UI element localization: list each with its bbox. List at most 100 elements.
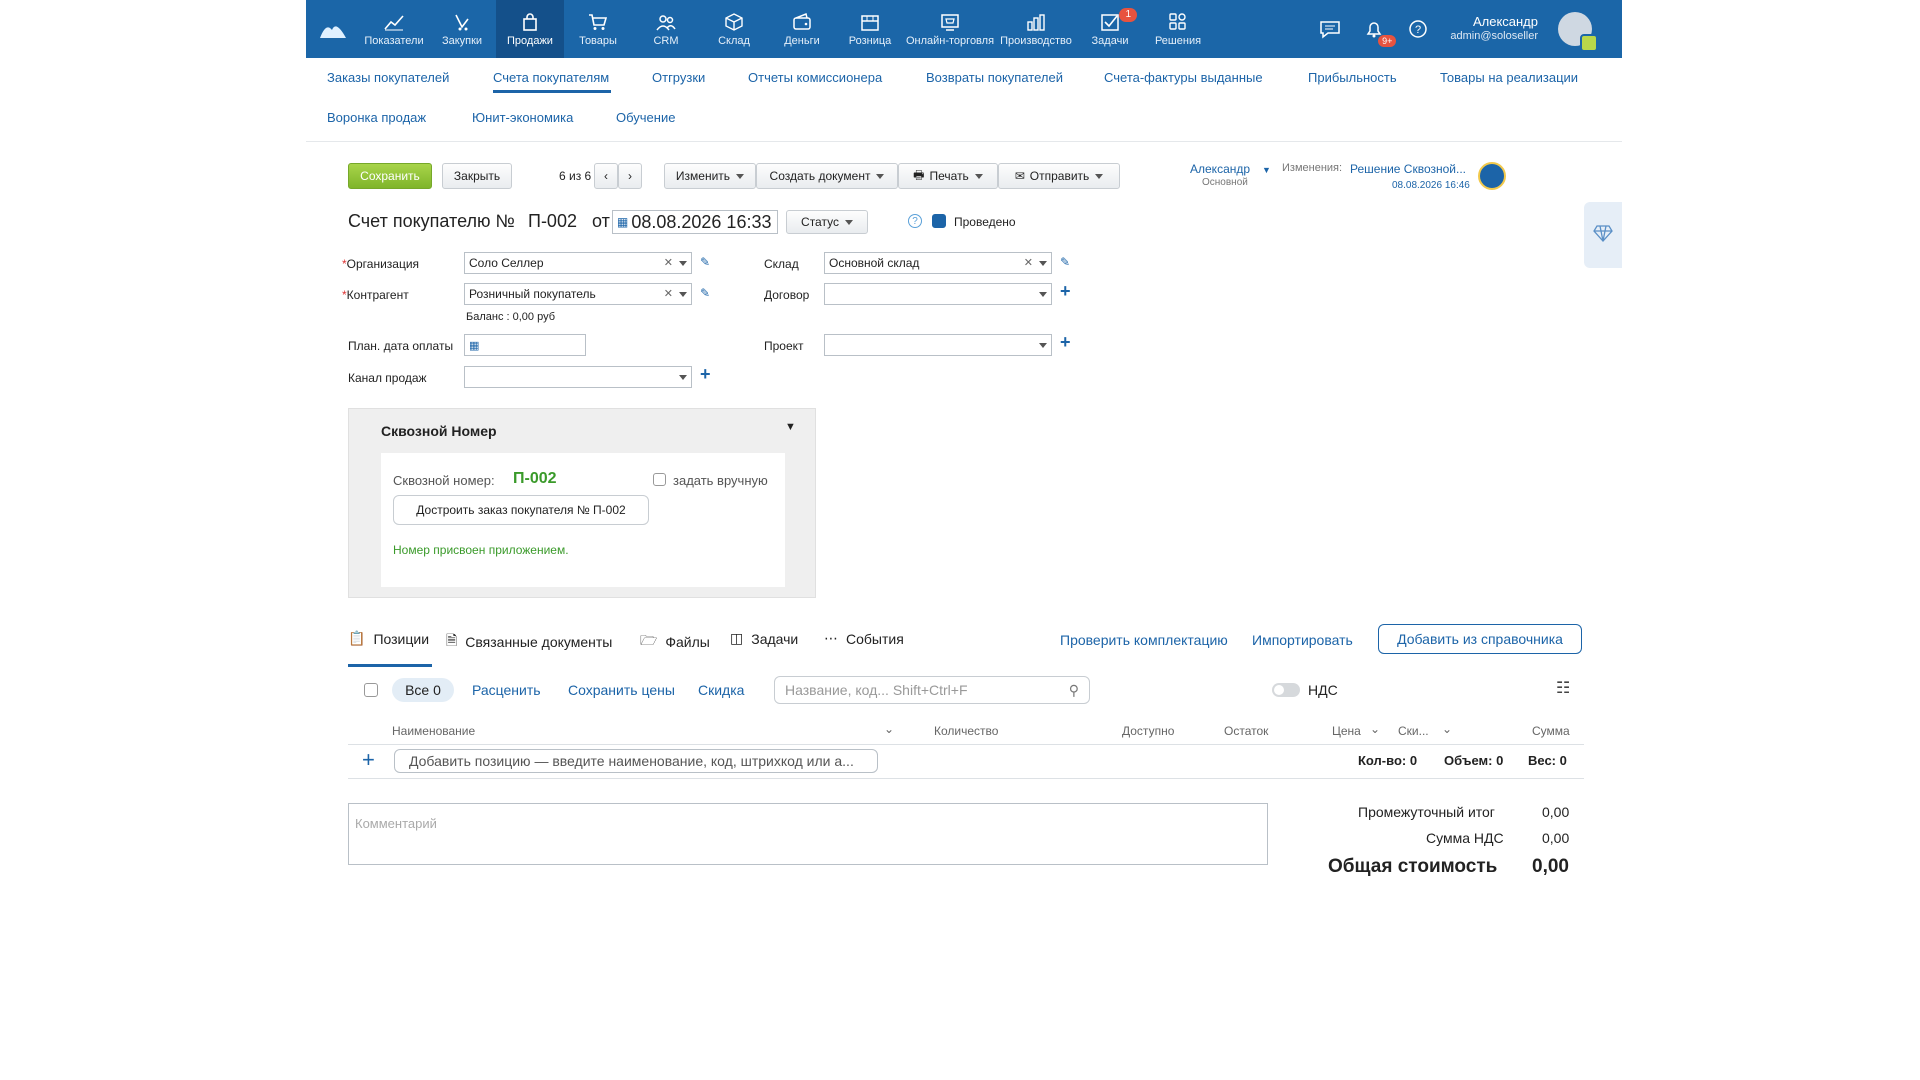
nav-crm[interactable]: CRM [632,0,700,58]
bell-icon[interactable]: 9+ [1362,17,1397,47]
prev-button[interactable]: ‹ [594,163,618,189]
filter-all-pill[interactable]: Все 0 [392,678,454,702]
import-link[interactable]: Импортировать [1252,632,1353,648]
nav-warehouse[interactable]: Склад [700,0,768,58]
nav-money[interactable]: Деньги [768,0,836,58]
subnav-unit-economics[interactable]: Юнит-экономика [472,110,573,125]
add-project-plus-icon[interactable]: + [1060,332,1071,353]
status-dropdown[interactable]: Статус [786,210,868,234]
diamond-side-tab[interactable] [1584,202,1622,268]
nav-purchases[interactable]: Закупки [428,0,496,58]
check-kit-link[interactable]: Проверить комплектацию [1060,632,1228,648]
nav-online-trade[interactable]: Онлайн-торговля [904,0,996,58]
add-position-input[interactable]: Добавить позицию — введите наименование,… [394,749,878,773]
subnav-commission-reports[interactable]: Отчеты комиссионера [748,70,882,85]
warehouse-select[interactable]: Основной склад ✕ [824,252,1052,274]
create-document-dropdown[interactable]: Создать документ [756,163,898,189]
subnav-invoices-issued[interactable]: Счета-фактуры выданные [1104,70,1263,85]
tab-tasks[interactable]: ◫ Задачи [730,630,798,647]
user-info[interactable]: Александр admin@soloseller [1450,15,1538,43]
search-icon[interactable]: ⚲ [1069,682,1079,699]
col-sum[interactable]: Сумма [1532,724,1570,738]
clear-icon[interactable]: ✕ [664,287,673,300]
doc-number[interactable]: П-002 [528,211,577,232]
org-select[interactable]: Соло Селлер ✕ [464,252,692,274]
tab-related-documents[interactable]: 🗎 Связанные документы [446,630,612,654]
help-circle-icon[interactable]: ? [908,214,922,228]
edit-contractor-pencil-icon[interactable]: ✎ [700,286,710,300]
add-row-plus-icon[interactable]: + [362,747,375,773]
dropdown-arrow-icon[interactable] [1039,292,1047,297]
print-dropdown[interactable]: 🖶 Печать [898,163,998,189]
tab-positions[interactable]: 📋 Позиции [348,630,429,647]
tab-files[interactable]: 🗁 Файлы [640,630,710,654]
change-dropdown[interactable]: Изменить [664,163,756,189]
collapse-caret-icon[interactable]: ▼ [785,421,796,433]
channel-select[interactable] [464,366,692,388]
col-name-chevron-icon[interactable]: ⌄ [884,722,894,736]
add-channel-plus-icon[interactable]: + [700,364,711,385]
chat-icon[interactable] [1318,17,1342,41]
tab-events[interactable]: ⋯ События [824,630,904,647]
close-button[interactable]: Закрыть [442,163,512,189]
col-discount[interactable]: Ски... [1398,724,1429,738]
nav-goods[interactable]: Товары [564,0,632,58]
project-select[interactable] [824,334,1052,356]
owner-name[interactable]: Александр [1190,162,1250,176]
col-price[interactable]: Цена [1332,724,1361,738]
nav-indicators[interactable]: Показатели [360,0,428,58]
comment-textarea[interactable]: Комментарий [348,803,1268,865]
nav-production[interactable]: Производство [996,0,1076,58]
dropdown-arrow-icon[interactable] [679,375,687,380]
posted-checkbox[interactable] [932,214,946,228]
edit-warehouse-pencil-icon[interactable]: ✎ [1060,255,1070,269]
col-stock[interactable]: Остаток [1224,724,1268,738]
col-discount-chevron-icon[interactable]: ⌄ [1442,722,1452,736]
clear-icon[interactable]: ✕ [664,256,673,269]
subnav-customer-orders[interactable]: Заказы покупателей [327,70,449,85]
column-settings-icon[interactable]: ☷ [1556,678,1570,698]
owner-caret-icon[interactable]: ▼ [1262,165,1271,175]
send-dropdown[interactable]: ✉ Отправить [998,163,1120,189]
col-name[interactable]: Наименование [392,724,475,738]
doc-date-input[interactable]: ▦ 08.08.2026 16:33 [612,210,778,234]
add-contract-plus-icon[interactable]: + [1060,281,1071,302]
subnav-customer-invoices[interactable]: Счета покупателям [493,70,609,85]
contract-select[interactable] [824,283,1052,305]
plan-date-input[interactable]: ▦ [464,334,586,356]
avatar[interactable] [1558,12,1598,52]
save-button[interactable]: Сохранить [348,163,432,189]
help-icon[interactable]: ? [1406,17,1430,41]
manual-checkbox[interactable] [653,473,666,486]
col-quantity[interactable]: Количество [934,724,998,738]
clear-icon[interactable]: ✕ [1024,256,1033,269]
nav-retail[interactable]: Розница [836,0,904,58]
reprice-link[interactable]: Расценить [472,682,541,698]
col-available[interactable]: Доступно [1122,724,1174,738]
subnav-customer-returns[interactable]: Возвраты покупателей [926,70,1063,85]
vat-toggle[interactable] [1272,683,1300,697]
discount-link[interactable]: Скидка [698,682,744,698]
subnav-profitability[interactable]: Прибыльность [1308,70,1397,85]
col-price-chevron-icon[interactable]: ⌄ [1370,722,1380,736]
changes-link[interactable]: Решение Сквозной... [1350,162,1466,176]
nav-solutions[interactable]: Решения [1144,0,1212,58]
complete-order-button[interactable]: Достроить заказ покупателя № П-002 [393,495,649,525]
dropdown-arrow-icon[interactable] [679,261,687,266]
nav-sales[interactable]: Продажи [496,0,564,58]
subnav-shipments[interactable]: Отгрузки [652,70,705,85]
search-input[interactable]: Название, код... Shift+Ctrl+F ⚲ [774,676,1090,704]
add-from-catalog-button[interactable]: Добавить из справочника [1378,624,1582,654]
nav-tasks[interactable]: 1 Задачи [1076,0,1144,58]
app-logo[interactable] [306,0,360,58]
dropdown-arrow-icon[interactable] [1039,261,1047,266]
subnav-training[interactable]: Обучение [616,110,675,125]
dropdown-arrow-icon[interactable] [1039,343,1047,348]
edit-org-pencil-icon[interactable]: ✎ [700,255,710,269]
select-all-checkbox[interactable] [364,683,378,697]
save-prices-link[interactable]: Сохранить цены [568,682,675,698]
contractor-select[interactable]: Розничный покупатель ✕ [464,283,692,305]
subnav-goods-on-sale[interactable]: Товары на реализации [1440,70,1578,85]
next-button[interactable]: › [618,163,642,189]
dropdown-arrow-icon[interactable] [679,292,687,297]
